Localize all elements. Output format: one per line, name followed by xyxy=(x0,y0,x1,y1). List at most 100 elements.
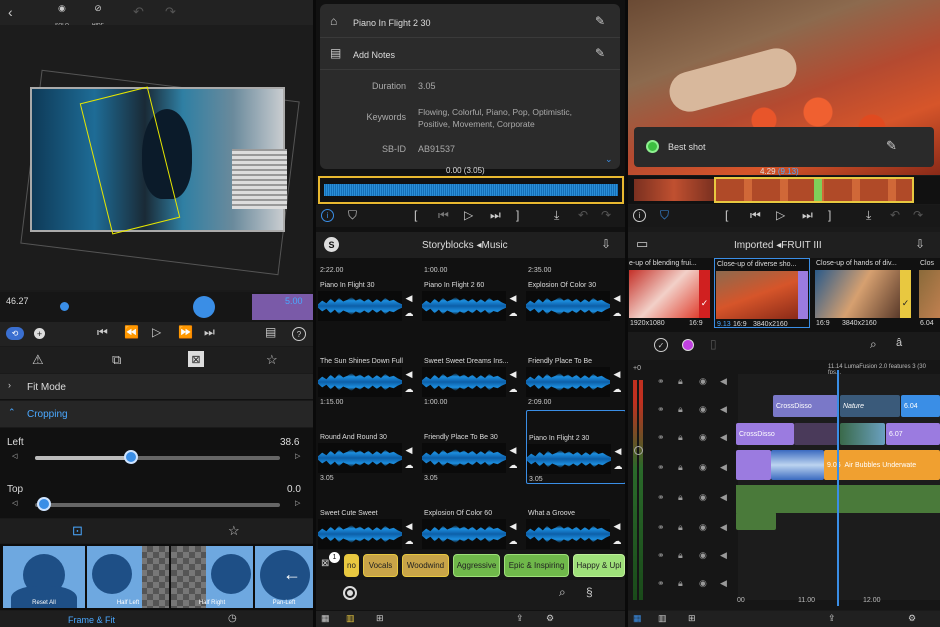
clear-filter-icon[interactable]: ⊠ xyxy=(321,558,329,569)
speaker-icon[interactable]: ◀ xyxy=(720,376,727,387)
music-tile[interactable]: 2:22.00 Piano In Flight 30 ◀ ☁ xyxy=(318,258,418,332)
music-tile[interactable]: Friendly Place To Be ◀ ☁ 2:09.00 xyxy=(526,334,625,408)
speaker-icon[interactable]: ◀ xyxy=(720,462,727,473)
timeline-clip[interactable]: 6.04 xyxy=(901,395,940,417)
music-tile[interactable]: The Sun Shines Down Full ◀ ☁ 1:15.00 xyxy=(318,334,418,408)
preset-tile[interactable]: Half Right xyxy=(171,546,253,608)
eye-icon[interactable]: ◉ xyxy=(699,522,707,533)
play-icon[interactable]: ▷ xyxy=(464,208,473,222)
filter-chip[interactable]: Epic & Inspiring xyxy=(504,554,569,577)
eye-icon[interactable]: ◉ xyxy=(699,376,707,387)
record-icon[interactable] xyxy=(343,586,357,600)
eye-icon[interactable]: ◉ xyxy=(699,432,707,443)
link-icon[interactable]: ⚭ xyxy=(657,376,665,387)
timeline-clip[interactable] xyxy=(771,450,824,480)
keyframe-scrubber[interactable]: 46.27 5.00 xyxy=(0,292,313,322)
link-icon[interactable]: ⚭ xyxy=(657,522,665,533)
tab-flip-icon[interactable]: ⚠ xyxy=(32,352,44,368)
mark-out-icon[interactable]: ] xyxy=(516,208,519,222)
trash-icon[interactable]: ▯ xyxy=(710,337,717,351)
timer-icon[interactable]: ◷ xyxy=(228,613,237,624)
search-icon[interactable]: ⌕ xyxy=(559,585,566,600)
timeline[interactable]: +0 11.14 LumaFusion 2.0 features 3 (30 f… xyxy=(628,360,940,610)
meter-knob[interactable] xyxy=(634,446,643,455)
marker-flag[interactable] xyxy=(814,179,822,201)
library-icon[interactable]: ▥ xyxy=(658,613,667,624)
timeline-clip[interactable]: Nature xyxy=(840,395,900,417)
music-tile[interactable]: Sweet Sweet Dreams Ins... ◀ ☁ 1:00.00 xyxy=(422,334,522,408)
help-icon[interactable]: ? xyxy=(292,327,306,341)
tab-crop-icon[interactable]: ⊠ xyxy=(188,351,204,367)
undo-icon[interactable]: ↶ xyxy=(578,208,588,222)
jump-end-icon[interactable]: ⏭ xyxy=(490,208,501,223)
play-icon[interactable]: ▷ xyxy=(152,325,161,339)
increment-icon[interactable]: ▷ xyxy=(295,499,300,507)
lock-icon[interactable]: 🔒︎ xyxy=(678,376,683,387)
redo-icon[interactable]: ↷ xyxy=(165,4,176,20)
jump-start-icon[interactable]: ⏮ xyxy=(750,208,761,223)
edit-pencil-icon[interactable]: ✎ xyxy=(595,14,605,28)
add-keyframe-icon[interactable]: + xyxy=(34,328,45,339)
lock-icon[interactable]: 🔒︎ xyxy=(678,432,683,443)
filter-chip[interactable]: Aggressive xyxy=(453,554,500,577)
media-clip[interactable]: Close-up of hands of div... ✓ 16:9 3840x… xyxy=(814,258,914,328)
folder-icon[interactable]: ▭ xyxy=(636,236,648,252)
lock-icon[interactable]: 🔒︎ xyxy=(678,404,683,415)
redo-icon[interactable]: ↷ xyxy=(913,208,923,222)
search-icon[interactable]: ⌕ xyxy=(870,337,877,352)
tab-favorites-star-icon[interactable]: ☆ xyxy=(266,352,278,368)
lock-icon[interactable]: 🔒︎ xyxy=(678,550,683,561)
media-clip[interactable]: e-up of blending frui... ✓ 1920x1080 16:… xyxy=(629,258,712,328)
timeline-clip[interactable]: CrossDisso xyxy=(773,395,838,417)
timeline-clip[interactable] xyxy=(794,423,839,445)
left-slider-knob[interactable] xyxy=(123,450,138,464)
filter-chip[interactable]: no xyxy=(344,554,359,577)
clipboard-icon[interactable]: ▤ xyxy=(265,325,276,339)
filter-chip[interactable]: Vocals xyxy=(363,554,398,577)
speaker-icon[interactable]: ◀ xyxy=(720,492,727,503)
timeline-clip[interactable] xyxy=(840,423,885,445)
eye-icon[interactable]: ◉ xyxy=(699,404,707,415)
clip-filmstrip[interactable] xyxy=(628,176,940,204)
music-tile[interactable]: Explosion Of Color 60 ◀ ☁ xyxy=(422,486,522,560)
add-icon[interactable]: ⊞ xyxy=(376,613,384,624)
storyblocks-logo-icon[interactable]: S xyxy=(324,237,339,252)
music-tile[interactable]: Piano In Flight 2 30 ◀ ☁ 3.05 xyxy=(526,410,625,484)
decrement-icon[interactable]: ◁ xyxy=(12,499,17,507)
fit-mode-row[interactable]: › Fit Mode xyxy=(0,374,313,400)
eye-icon[interactable]: ◉ xyxy=(699,578,707,589)
music-tile[interactable]: Friendly Place To Be 30 ◀ ☁ 3.05 xyxy=(422,410,522,484)
play-icon[interactable]: ▷ xyxy=(776,208,785,222)
media-clip-selected[interactable]: Close-up of diverse sho... 9.13 16:9 384… xyxy=(714,258,810,328)
speaker-icon[interactable]: ◀ xyxy=(720,550,727,561)
download-icon[interactable]: ⤓ xyxy=(866,208,871,223)
music-tile[interactable]: Round And Round 30 ◀ ☁ 3.05 xyxy=(318,410,418,484)
left-slider[interactable] xyxy=(35,456,280,460)
redo-icon[interactable]: ↷ xyxy=(601,208,611,222)
sort-icon[interactable]: â xyxy=(896,337,902,349)
jump-start-icon[interactable]: ⏮ xyxy=(97,325,108,340)
timeline-clip[interactable] xyxy=(736,450,771,480)
chevron-down-icon[interactable]: ⌄ xyxy=(605,154,613,165)
lock-icon[interactable]: 🔒︎ xyxy=(678,492,683,503)
link-toggle-icon[interactable]: ⟲ xyxy=(6,327,24,340)
import-icon[interactable]: ⇩ xyxy=(601,237,611,251)
lock-icon[interactable]: 🔒︎ xyxy=(678,578,683,589)
sort-icon[interactable]: § xyxy=(586,585,593,599)
timeline-clip[interactable]: CrossDisso xyxy=(736,423,794,445)
speaker-icon[interactable]: ◀ xyxy=(720,404,727,415)
top-slider-knob[interactable] xyxy=(37,497,51,511)
frame-presets-icon[interactable]: ⊡ xyxy=(72,523,83,539)
link-icon[interactable]: ⚭ xyxy=(657,432,665,443)
info-icon[interactable]: i xyxy=(321,209,334,222)
preset-tile[interactable]: Reset All xyxy=(3,546,85,608)
media-clip[interactable]: Clos 6.04 xyxy=(918,258,940,328)
step-back-icon[interactable]: ⏪ xyxy=(124,325,139,339)
cropping-row[interactable]: ⌃ Cropping xyxy=(0,401,313,427)
keyframe-dot[interactable] xyxy=(60,302,69,311)
preset-tile[interactable]: ← Pan-Left xyxy=(255,546,313,608)
jump-end-icon[interactable]: ⏭ xyxy=(802,208,813,223)
grid-icon[interactable]: ▦ xyxy=(633,613,642,624)
speaker-icon[interactable]: ◀ xyxy=(720,578,727,589)
timeline-clip[interactable]: 9.06 Air Bubbles Underwate xyxy=(824,450,940,480)
